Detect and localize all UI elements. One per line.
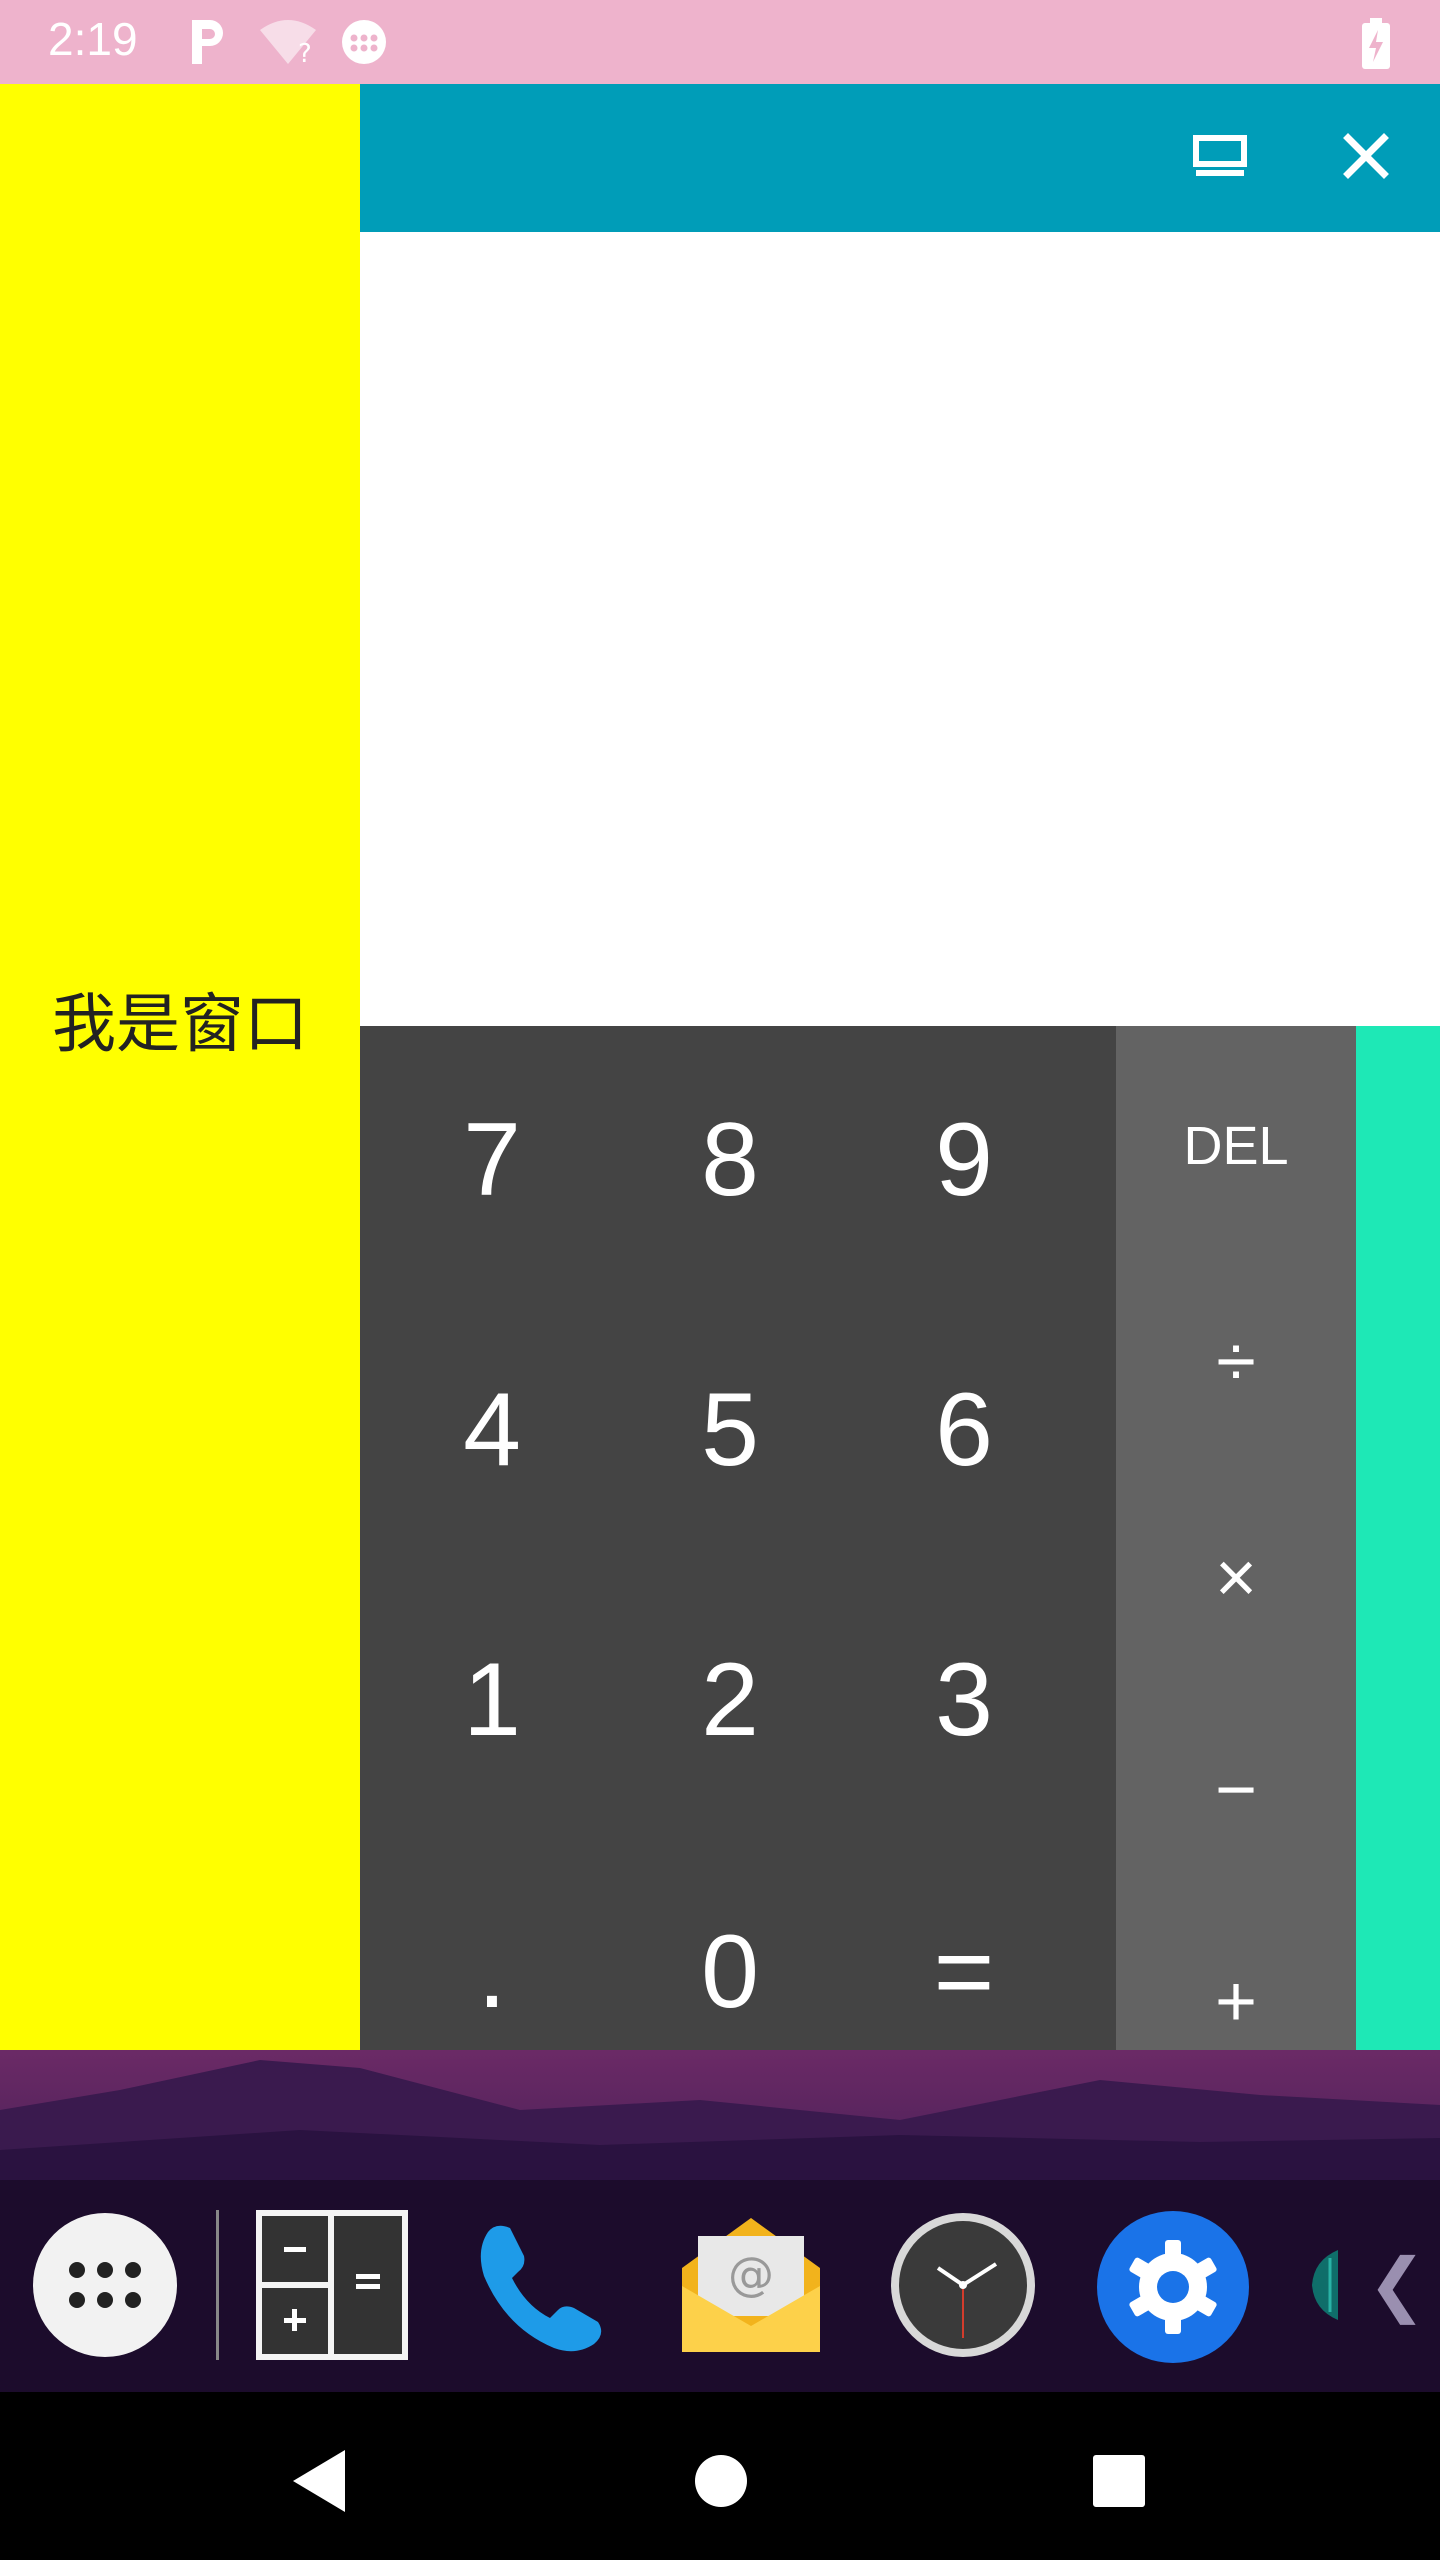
back-icon	[293, 2450, 345, 2512]
close-window-button[interactable]	[1326, 118, 1406, 198]
clock-app[interactable]	[888, 2210, 1038, 2360]
advanced-panel-handle[interactable]	[1356, 1026, 1440, 2134]
parking-icon	[186, 18, 230, 70]
dock-more-button[interactable]: ❮	[1368, 2234, 1427, 2334]
wifi-question-icon: ?	[258, 18, 318, 70]
status-bar: 2:19 ?	[0, 0, 1440, 84]
panel-label: 我是窗口	[52, 988, 308, 1062]
battery-charging-icon	[1360, 18, 1392, 74]
key-7[interactable]: 7	[376, 1026, 608, 1294]
calculator-display	[360, 232, 1440, 1026]
browser-app[interactable]	[1300, 2210, 1340, 2360]
recents-button[interactable]	[1074, 2436, 1164, 2526]
recents-icon	[1093, 2455, 1145, 2507]
dots-icon	[340, 18, 388, 70]
home-icon	[695, 2455, 747, 2507]
minimize-window-icon	[1192, 134, 1248, 182]
key-8[interactable]: 8	[614, 1026, 846, 1294]
key-4[interactable]: 4	[376, 1296, 608, 1564]
key-multiply[interactable]: ×	[1116, 1478, 1356, 1678]
key-divide[interactable]: ÷	[1116, 1262, 1356, 1462]
key-6[interactable]: 6	[848, 1296, 1080, 1564]
phone-app[interactable]	[466, 2210, 616, 2360]
back-button[interactable]	[274, 2436, 364, 2526]
wallpaper	[0, 2050, 1440, 2180]
navigation-bar	[0, 2392, 1440, 2560]
calculator-icon	[256, 2210, 408, 2360]
settings-app[interactable]	[1096, 2210, 1249, 2363]
app-drawer-icon	[33, 2213, 177, 2357]
app-drawer-button[interactable]	[30, 2210, 180, 2360]
svg-text:@: @	[728, 2247, 774, 2301]
app-dock: @ ❮	[0, 2180, 1440, 2392]
key-2[interactable]: 2	[614, 1566, 846, 1834]
key-3[interactable]: 3	[848, 1566, 1080, 1834]
home-button[interactable]	[676, 2436, 766, 2526]
operator-pad: DEL ÷ × − +	[1116, 1026, 1356, 2134]
email-app[interactable]: @	[676, 2210, 826, 2360]
phone-icon	[480, 2225, 602, 2352]
floating-panel[interactable]: 我是窗口	[0, 84, 360, 2050]
email-icon: @	[682, 2218, 820, 2352]
minimize-window-button[interactable]	[1180, 118, 1260, 198]
clock-icon	[891, 2213, 1035, 2357]
status-time: 2:19	[48, 13, 138, 65]
calculator-app[interactable]	[256, 2210, 408, 2360]
key-1[interactable]: 1	[376, 1566, 608, 1834]
number-pad: 7 8 9 4 5 6 1 2 3 . 0 =	[360, 1026, 1116, 2134]
key-subtract[interactable]: −	[1116, 1690, 1356, 1890]
mountain-silhouette	[0, 2060, 1440, 2180]
window-title-bar[interactable]	[360, 84, 1440, 232]
svg-text:?: ?	[298, 39, 312, 66]
floating-window: 7 8 9 4 5 6 1 2 3 . 0 = DEL ÷ × − +	[360, 84, 1440, 2134]
key-5[interactable]: 5	[614, 1296, 846, 1564]
close-icon	[1342, 132, 1390, 184]
settings-icon	[1097, 2211, 1249, 2363]
dock-divider	[216, 2210, 219, 2360]
key-delete[interactable]: DEL	[1116, 1046, 1356, 1246]
browser-icon	[1312, 2250, 1338, 2320]
key-9[interactable]: 9	[848, 1026, 1080, 1294]
